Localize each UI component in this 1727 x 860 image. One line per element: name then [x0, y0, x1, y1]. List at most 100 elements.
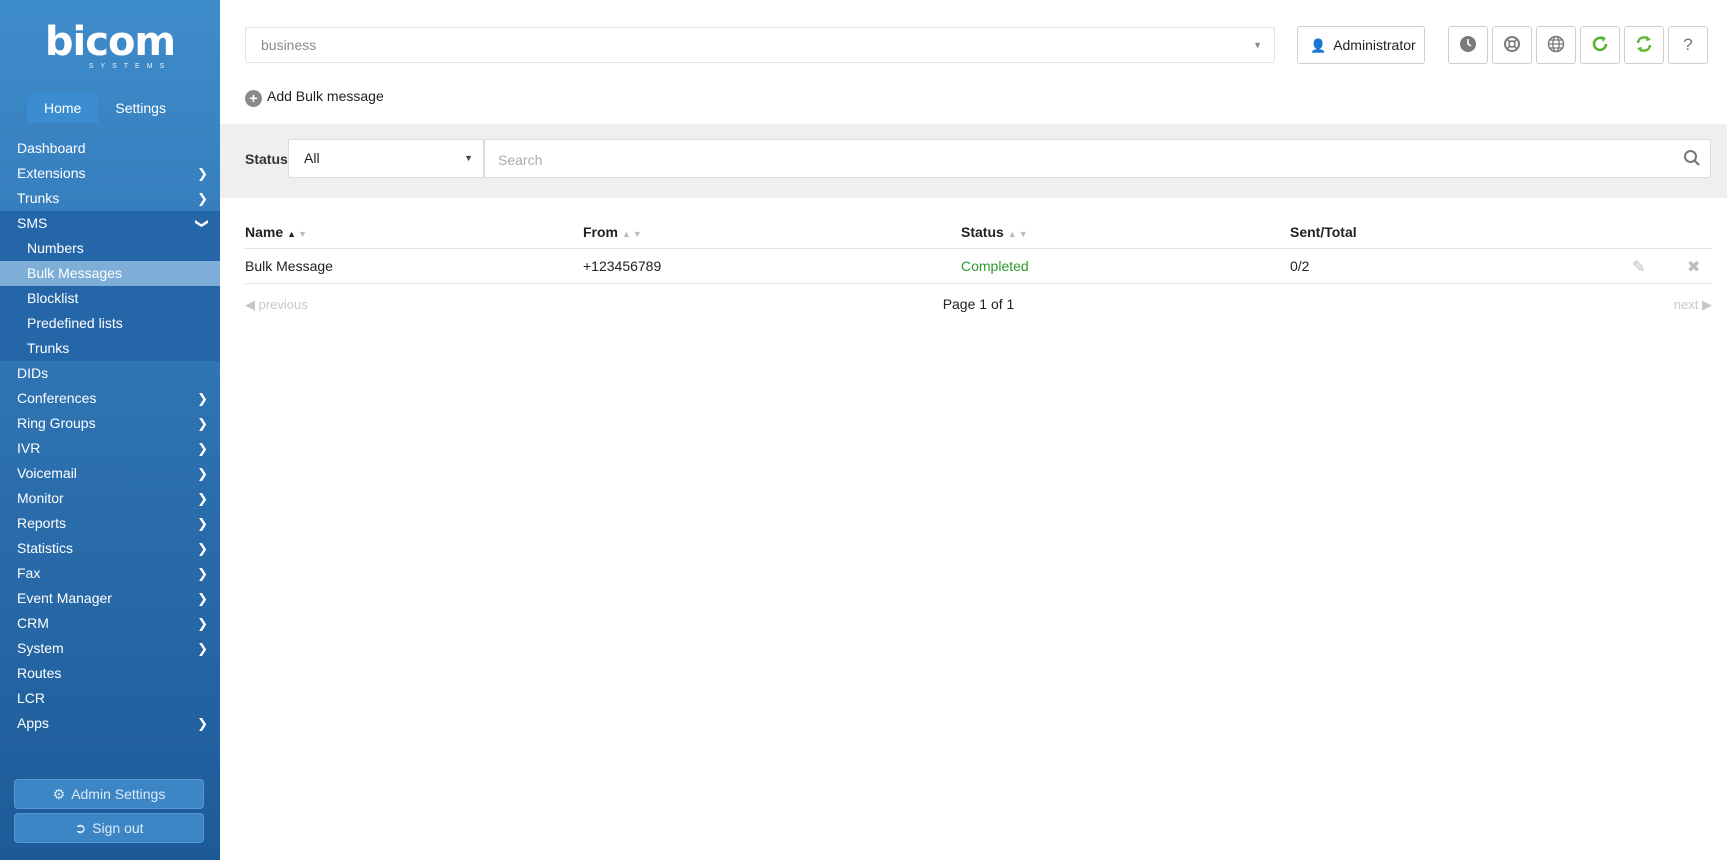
sidebar-item-reports[interactable]: Reports ❯ — [0, 511, 220, 536]
plus-circle-icon: + — [245, 90, 262, 107]
edit-icon[interactable]: ✎ — [1632, 257, 1645, 277]
sidebar-item-label: Event Manager — [17, 590, 112, 606]
cell-from: +123456789 — [583, 258, 662, 274]
sort-icon: ▲▼ — [287, 229, 309, 239]
sidebar-item-monitor[interactable]: Monitor ❯ — [0, 486, 220, 511]
tab-settings[interactable]: Settings — [98, 93, 183, 123]
reload-button[interactable] — [1580, 26, 1620, 64]
chevron-right-icon: ❯ — [197, 641, 208, 656]
sidebar-item-label: Statistics — [17, 540, 74, 556]
chevron-right-icon: ❯ — [197, 541, 208, 556]
sidebar-item-crm[interactable]: CRM ❯ — [0, 611, 220, 636]
sort-icon: ▲▼ — [1007, 229, 1030, 239]
search-icon[interactable] — [1683, 149, 1701, 167]
sidebar-item-label: Extensions — [17, 165, 86, 181]
sidebar-subitem-bulk-messages[interactable]: Bulk Messages — [0, 261, 220, 286]
table-header: Name ▲▼ From ▲▼ Status ▲▼ Sent/Total — [245, 218, 1712, 249]
column-header-status[interactable]: Status ▲▼ — [961, 224, 1030, 240]
add-bulk-message-label: Add Bulk message — [267, 88, 384, 104]
sidebar-item-extensions[interactable]: Extensions ❯ — [0, 161, 220, 186]
sidebar-item-dashboard[interactable]: Dashboard — [0, 136, 220, 161]
caret-right-icon: ▶ — [1702, 297, 1712, 312]
bicom-logo[interactable]: bicom SYSTEMS — [0, 22, 220, 70]
sidebar-item-dids[interactable]: DIDs — [0, 361, 220, 386]
domain-select-value: business — [261, 37, 317, 53]
help-button[interactable]: ? — [1668, 26, 1708, 64]
support-button[interactable] — [1492, 26, 1532, 64]
sign-out-button[interactable]: ➲ Sign out — [14, 813, 204, 843]
chevron-right-icon: ❯ — [197, 191, 208, 206]
chevron-right-icon: ❯ — [197, 391, 208, 406]
next-page-button[interactable]: next ▶ — [1674, 297, 1712, 313]
sidebar-tabs: Home Settings — [27, 93, 183, 123]
column-header-from[interactable]: From ▲▼ — [583, 224, 644, 240]
column-header-sent-total: Sent/Total — [1290, 224, 1357, 240]
sidebar-item-label: Fax — [17, 565, 41, 581]
sidebar-item-trunks[interactable]: Trunks ❯ — [0, 186, 220, 211]
chevron-right-icon: ❯ — [197, 466, 208, 481]
chevron-right-icon: ❯ — [197, 441, 208, 456]
sidebar-item-voicemail[interactable]: Voicemail ❯ — [0, 461, 220, 486]
sidebar-item-conferences[interactable]: Conferences ❯ — [0, 386, 220, 411]
page-info: Page 1 of 1 — [942, 296, 1015, 312]
search-input[interactable] — [485, 140, 1670, 179]
chevron-right-icon: ❯ — [197, 716, 208, 731]
sidebar-item-sms[interactable]: SMS ❯ — [0, 211, 220, 236]
sidebar-item-system[interactable]: System ❯ — [0, 636, 220, 661]
sidebar-item-label: Apps — [17, 715, 49, 731]
sync-button[interactable] — [1624, 26, 1664, 64]
status-filter-select[interactable]: All ▼ — [288, 139, 484, 178]
lifebuoy-icon — [1504, 36, 1520, 52]
history-button[interactable] — [1448, 26, 1488, 64]
chevron-right-icon: ❯ — [197, 166, 208, 181]
delete-icon[interactable]: ✖ — [1687, 257, 1700, 277]
sidebar-item-ring-groups[interactable]: Ring Groups ❯ — [0, 411, 220, 436]
tab-home[interactable]: Home — [27, 93, 99, 123]
sidebar-item-lcr[interactable]: LCR — [0, 686, 220, 711]
sign-out-label: Sign out — [92, 820, 144, 836]
sidebar-subitem-blocklist[interactable]: Blocklist — [0, 286, 220, 311]
chevron-right-icon: ❯ — [197, 491, 208, 506]
sidebar-item-routes[interactable]: Routes — [0, 661, 220, 686]
caret-down-icon: ▼ — [464, 153, 473, 163]
sidebar-item-label: Routes — [17, 665, 62, 681]
user-menu-button[interactable]: 👤 Administrator — [1297, 26, 1425, 64]
sidebar-item-label: Dashboard — [17, 140, 86, 156]
domain-select[interactable]: business ▼ — [245, 27, 1275, 63]
admin-settings-button[interactable]: ⚙ Admin Settings — [14, 779, 204, 809]
previous-page-button[interactable]: ◀ previous — [245, 297, 308, 313]
add-bulk-message-button[interactable]: + Add Bulk message — [245, 85, 384, 107]
table-row: Bulk Message +123456789 Completed 0/2 ✎ … — [245, 249, 1712, 284]
sidebar-subitem-sms-trunks[interactable]: Trunks — [0, 336, 220, 361]
chevron-right-icon: ❯ — [197, 591, 208, 606]
sync-icon — [1636, 36, 1652, 52]
sidebar-subitem-predefined-lists[interactable]: Predefined lists — [0, 311, 220, 336]
chevron-right-icon: ❯ — [197, 616, 208, 631]
sidebar-menu: Dashboard Extensions ❯ Trunks ❯ SMS ❯ Numbe… — [0, 136, 220, 736]
sidebar-item-ivr[interactable]: IVR ❯ — [0, 436, 220, 461]
sidebar-item-label: Bulk Messages — [27, 265, 122, 281]
language-button[interactable] — [1536, 26, 1576, 64]
sidebar-item-label: SMS — [17, 215, 48, 231]
chevron-right-icon: ❯ — [197, 566, 208, 581]
cell-sent-total: 0/2 — [1290, 258, 1310, 274]
sidebar: bicom SYSTEMS Home Settings Dashboard Ex… — [0, 0, 220, 860]
sidebar-subitem-numbers[interactable]: Numbers — [0, 236, 220, 261]
sidebar-item-event-manager[interactable]: Event Manager ❯ — [0, 586, 220, 611]
sidebar-item-statistics[interactable]: Statistics ❯ — [0, 536, 220, 561]
sidebar-item-label: Reports — [17, 515, 67, 531]
cell-status: Completed — [961, 258, 1029, 274]
filter-bar: Status All ▼ — [220, 124, 1727, 198]
sidebar-item-label: Blocklist — [27, 290, 79, 306]
admin-settings-label: Admin Settings — [71, 786, 166, 802]
sidebar-item-apps[interactable]: Apps ❯ — [0, 711, 220, 736]
caret-down-icon: ▼ — [1253, 40, 1262, 50]
globe-icon — [1547, 35, 1565, 53]
logo-subtitle: SYSTEMS — [88, 63, 172, 70]
refresh-icon — [1592, 36, 1608, 52]
sidebar-item-label: Ring Groups — [17, 415, 96, 431]
sign-out-icon: ➲ — [74, 820, 87, 836]
sidebar-item-fax[interactable]: Fax ❯ — [0, 561, 220, 586]
column-header-name[interactable]: Name ▲▼ — [245, 224, 309, 240]
sidebar-item-label: CRM — [17, 615, 49, 631]
